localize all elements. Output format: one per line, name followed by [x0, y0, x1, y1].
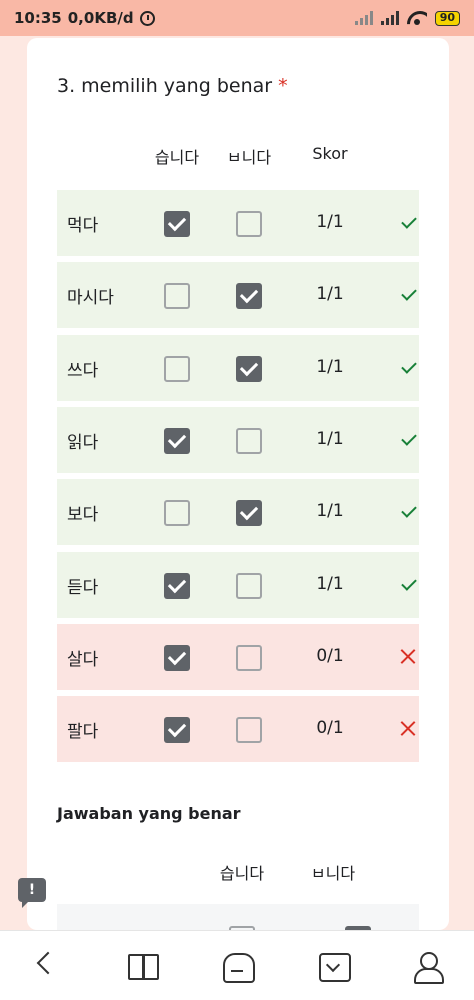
battery-indicator: 90 — [434, 10, 460, 26]
correct-column-header-seumnida: 습니다 — [219, 864, 265, 883]
correct-answers-title: Jawaban yang benar — [57, 804, 241, 823]
row-label: 보다 — [67, 505, 99, 526]
row-score: 1/1 — [316, 356, 344, 377]
download-icon[interactable] — [316, 949, 351, 983]
status-time: 10:35 — [14, 9, 62, 27]
checkbox-seumnida[interactable] — [164, 572, 190, 599]
checkbox-seumnida[interactable] — [164, 500, 190, 527]
status-left: 10:35 0,0KB/d — [14, 9, 155, 27]
checkbox-seumnida[interactable] — [164, 717, 190, 744]
status-right: 90 — [354, 10, 460, 26]
row-label: 듣다 — [67, 577, 99, 598]
checkbox-seumnida[interactable] — [164, 283, 190, 310]
check-icon — [399, 285, 419, 305]
network-speed: 0,0KB/d — [67, 9, 134, 27]
back-icon[interactable] — [28, 949, 62, 983]
row-score: 1/1 — [316, 573, 344, 594]
checkbox-bnida[interactable] — [236, 283, 262, 310]
row-score: 1/1 — [316, 501, 344, 522]
required-mark: * — [278, 75, 288, 97]
column-header-score: Skor — [312, 144, 348, 163]
row-score: 1/1 — [316, 212, 344, 232]
correct-answer-row — [57, 904, 419, 930]
check-icon — [399, 502, 419, 522]
grid-row: 먹다 1/1 — [57, 190, 419, 256]
row-score: 0/1 — [316, 645, 344, 666]
checkbox-seumnida[interactable] — [164, 644, 190, 671]
check-icon — [399, 575, 419, 595]
wifi-icon — [407, 11, 427, 25]
home-icon[interactable] — [220, 949, 255, 983]
checkbox-seumnida[interactable] — [164, 211, 190, 237]
check-icon — [399, 358, 419, 378]
row-label: 살다 — [67, 649, 99, 670]
row-label: 마시다 — [67, 288, 114, 309]
signal-icon-sim2 — [380, 11, 399, 25]
correct-column-header-bnida: ㅂ니다 — [310, 864, 356, 883]
row-score: 1/1 — [316, 284, 344, 305]
checkbox-bnida[interactable] — [236, 355, 262, 382]
checkbox-bnida[interactable] — [236, 717, 262, 744]
check-icon — [399, 213, 419, 233]
grid-row: 보다 1/1 — [57, 479, 419, 546]
row-label: 쓰다 — [67, 360, 99, 381]
check-icon — [399, 430, 419, 450]
grid-row: 읽다 1/1 — [57, 406, 419, 473]
row-score: 0/1 — [316, 718, 344, 739]
checkbox-bnida[interactable] — [236, 211, 262, 237]
column-header-bnida: ㅂ니다 — [226, 148, 272, 167]
grid-row: 살다 0/1 — [57, 623, 419, 690]
row-score: 1/1 — [316, 428, 344, 449]
grid-row: 팔다 0/1 — [57, 696, 419, 763]
profile-icon[interactable] — [410, 949, 444, 984]
signal-icon-sim1 — [354, 11, 373, 25]
feedback-button[interactable]: ! — [18, 878, 46, 908]
grid-row: 듣다 1/1 — [57, 551, 419, 618]
checkbox-bnida[interactable] — [236, 572, 262, 599]
checkbox-seumnida[interactable] — [164, 427, 190, 454]
checkbox-seumnida[interactable] — [164, 355, 190, 382]
row-label: 먹다 — [67, 216, 99, 236]
grid-row: 쓰다 1/1 — [57, 334, 419, 401]
question-card: 3. memilih yang benar * 습니다 ㅂ니다 Skor 먹다 1… — [27, 38, 449, 930]
grid-row: 마시다 1/1 — [57, 262, 419, 329]
checkbox-bnida[interactable] — [236, 427, 262, 454]
checkbox-bnida[interactable] — [236, 644, 262, 671]
row-label: 읽다 — [67, 432, 99, 453]
question-title-text: 3. memilih yang benar — [57, 75, 273, 97]
alarm-icon — [139, 10, 155, 26]
column-header-seumnida: 습니다 — [154, 148, 200, 167]
status-bar: 10:35 0,0KB/d 90 — [0, 0, 474, 36]
book-icon[interactable] — [126, 949, 160, 983]
question-title: 3. memilih yang benar * — [57, 75, 288, 97]
cross-icon — [399, 647, 419, 667]
checkbox-bnida[interactable] — [236, 500, 262, 527]
row-label: 팔다 — [67, 722, 99, 743]
cross-icon — [399, 719, 419, 739]
bottom-nav-bar — [0, 930, 474, 1000]
